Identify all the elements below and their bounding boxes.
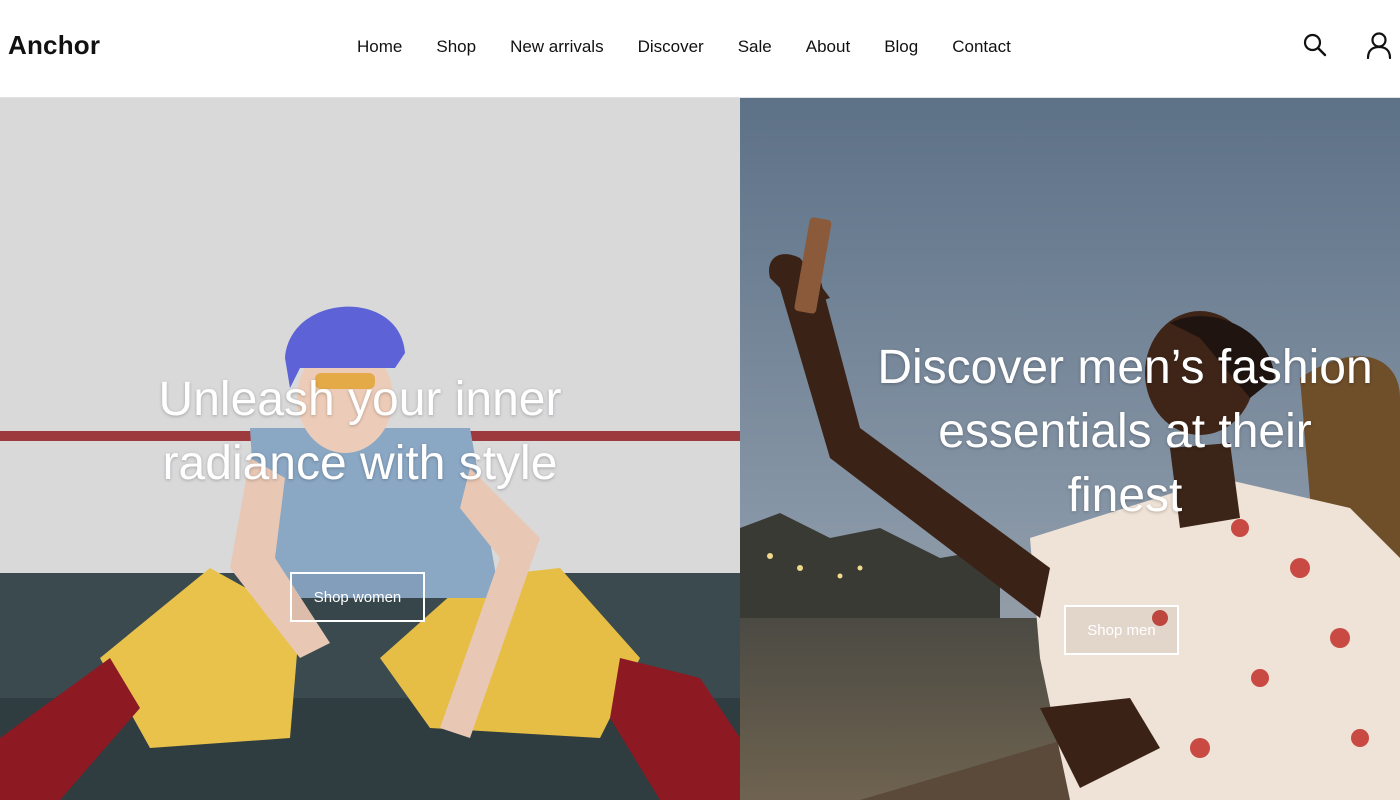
account-icon[interactable] (1364, 30, 1394, 60)
hero-men-title: Discover men’s fashion essentials at the… (840, 336, 1400, 528)
hero-women-title: Unleash your inner radiance with style (60, 368, 660, 496)
nav-item-home[interactable]: Home (357, 37, 402, 57)
main-nav: Home Shop New arrivals Discover Sale Abo… (357, 36, 1011, 58)
nav-item-new-arrivals[interactable]: New arrivals (510, 37, 604, 57)
hero-men-panel: Discover men’s fashion essentials at the… (740, 98, 1400, 800)
nav-item-sale[interactable]: Sale (738, 37, 772, 57)
hero-men-title-line2: essentials at their (938, 405, 1312, 458)
nav-item-contact[interactable]: Contact (952, 37, 1011, 57)
nav-item-discover[interactable]: Discover (638, 37, 704, 57)
hero-women-title-line2: radiance with style (162, 437, 558, 490)
shop-women-button[interactable]: Shop women (290, 572, 425, 622)
site-logo[interactable]: Anchor (8, 30, 100, 61)
search-icon[interactable] (1300, 30, 1330, 60)
hero-men-title-line3: finest (1067, 469, 1183, 522)
hero-women-panel: Unleash your inner radiance with style S… (0, 98, 740, 800)
nav-item-about[interactable]: About (806, 37, 850, 57)
hero-women-title-line1: Unleash your inner (158, 373, 562, 426)
nav-item-shop[interactable]: Shop (436, 37, 476, 57)
site-header: Anchor Home Shop New arrivals Discover S… (0, 0, 1400, 98)
shop-men-button[interactable]: Shop men (1064, 605, 1179, 655)
nav-item-blog[interactable]: Blog (884, 37, 918, 57)
hero-men-title-line1: Discover men’s fashion (877, 341, 1373, 394)
